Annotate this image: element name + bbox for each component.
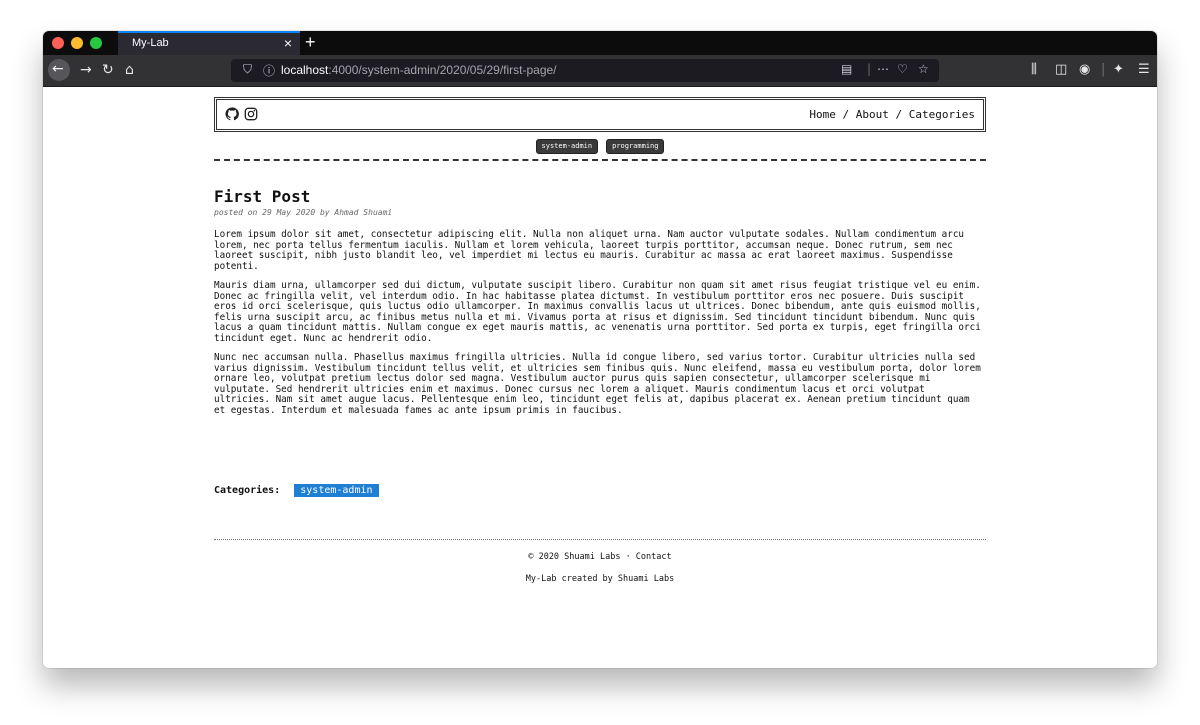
url-bar[interactable]: ⛉ ⓘ localhost:4000/system-admin/2020/05/… — [231, 59, 939, 82]
tab-strip: My-Lab × + — [43, 31, 1157, 55]
tab-my-lab[interactable]: My-Lab × — [118, 31, 300, 55]
reader-icon[interactable]: ▤ — [841, 62, 852, 76]
tab-close-icon[interactable]: × — [284, 35, 292, 51]
site-header: Home / About / Categories — [214, 97, 986, 132]
tag-list: system-admin programming — [214, 139, 986, 154]
library-icon[interactable]: ⫼ — [1031, 62, 1037, 77]
browser-window: My-Lab × + ← → ↻ ⌂ ⛉ ⓘ localhost:4000/sy… — [43, 31, 1157, 668]
page-content: Home / About / Categories system-admin p… — [43, 87, 1157, 668]
sidebar-icon[interactable]: ◫ — [1055, 62, 1067, 77]
top-nav: Home / About / Categories — [809, 108, 975, 121]
toolbar-divider: | — [1101, 62, 1106, 77]
footer-copyright: © 2020 Shuami Labs · Contact — [528, 552, 672, 562]
home-icon[interactable]: ⌂ — [125, 62, 134, 78]
pocket-icon[interactable]: ♡ — [897, 62, 908, 76]
info-icon[interactable]: ⓘ — [263, 62, 275, 79]
reload-icon[interactable]: ↻ — [102, 62, 114, 78]
shield-icon[interactable]: ⛉ — [243, 62, 252, 77]
post-paragraph: Nunc nec accumsan nulla. Phasellus maxim… — [214, 352, 981, 416]
footer-divider — [214, 539, 986, 540]
url-host: localhost — [281, 63, 329, 77]
header-divider — [214, 159, 986, 161]
nav-categories-link[interactable]: Categories — [909, 108, 975, 121]
social-links — [225, 107, 258, 121]
github-icon[interactable] — [225, 107, 239, 121]
post-paragraph: Lorem ipsum dolor sit amet, consectetur … — [214, 229, 965, 272]
nav-about-link[interactable]: About — [856, 108, 889, 121]
account-icon[interactable]: ◉ — [1079, 62, 1090, 77]
category-link[interactable]: system-admin — [294, 484, 379, 497]
back-button[interactable]: ← — [48, 59, 70, 81]
post-title: First Post — [214, 187, 311, 206]
nav-separator: / — [888, 108, 909, 121]
tag-system-admin[interactable]: system-admin — [535, 139, 599, 154]
navigation-toolbar: ← → ↻ ⌂ ⛉ ⓘ localhost:4000/system-admin/… — [43, 55, 1157, 87]
nav-home-link[interactable]: Home — [809, 108, 836, 121]
tag-programming[interactable]: programming — [606, 139, 665, 154]
post-meta: posted on 29 May 2020 by Ahmad Shuami — [214, 208, 393, 217]
forward-icon[interactable]: → — [80, 62, 92, 78]
instagram-icon[interactable] — [244, 107, 258, 121]
bookmark-star-icon[interactable]: ☆ — [918, 62, 929, 76]
zoom-window-button[interactable] — [90, 37, 102, 49]
close-window-button[interactable] — [52, 37, 64, 49]
minimize-window-button[interactable] — [71, 37, 83, 49]
post-categories: Categories: system-admin — [214, 484, 379, 497]
post-paragraph: Mauris diam urna, ullamcorper sed dui di… — [214, 280, 981, 344]
footer-credit: My-Lab created by Shuami Labs — [525, 574, 675, 584]
post-body: Lorem ipsum dolor sit amet, consectetur … — [214, 229, 986, 425]
url-text[interactable]: localhost:4000/system-admin/2020/05/29/f… — [281, 63, 557, 77]
tab-title: My-Lab — [132, 37, 169, 49]
back-icon: ← — [52, 61, 64, 77]
categories-label: Categories: — [214, 485, 281, 496]
menu-icon[interactable]: ☰ — [1138, 62, 1150, 77]
new-tab-button[interactable]: + — [305, 32, 316, 52]
url-divider: | — [867, 62, 872, 76]
extension-icon[interactable]: ✦ — [1113, 62, 1124, 77]
more-icon[interactable]: ⋯ — [877, 62, 889, 76]
url-path: :4000/system-admin/2020/05/29/first-page… — [328, 63, 557, 77]
nav-separator: / — [835, 108, 856, 121]
